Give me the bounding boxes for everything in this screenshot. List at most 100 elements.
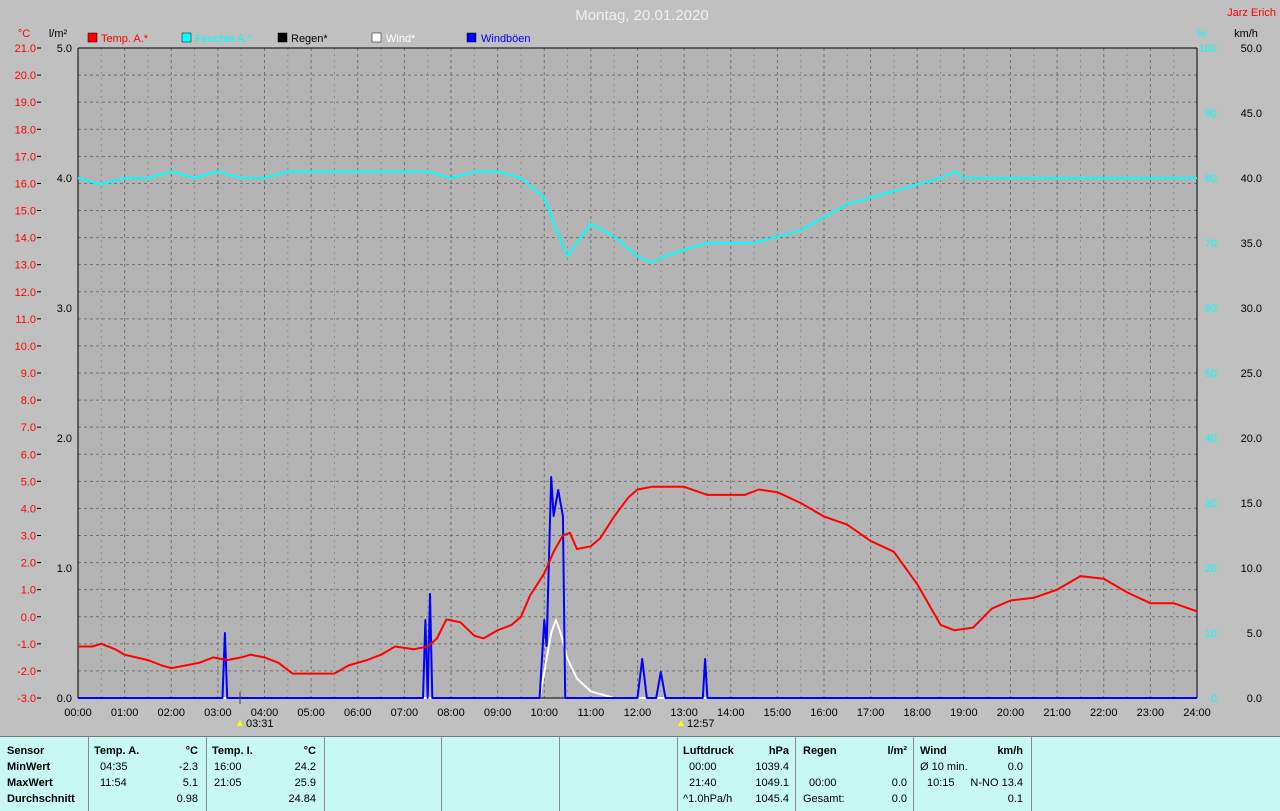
legend-swatch-rain (277, 32, 288, 43)
temp-tick-label: 8.0 (21, 395, 36, 407)
stats-empty-1 (324, 737, 442, 811)
hum-tick-label: 60 (1205, 303, 1217, 315)
legend-swatch-gusts (466, 32, 477, 43)
wind-axis-unit: km/h (1234, 28, 1258, 40)
temp-i-header: Temp. I. (212, 745, 253, 757)
temp-tick-label: 0.0 (21, 612, 36, 624)
temp-tick-label: 14.0 (15, 233, 36, 245)
temp-tick-label: 10.0 (15, 341, 36, 353)
wind-mean: 0.1 (1007, 793, 1023, 805)
wind-unit: km/h (997, 745, 1023, 757)
temp-tick-label: 7.0 (21, 422, 36, 434)
hum-tick-label: 10 (1205, 628, 1217, 640)
temp-tick-label: 9.0 (21, 368, 36, 380)
temp-a-max: 5.1 (182, 777, 198, 789)
rain-tick-label: 3.0 (57, 303, 72, 315)
temp-tick-label: 13.0 (15, 260, 36, 272)
time-tick-label: 16:00 (810, 707, 838, 719)
legend-swatch-wind (371, 32, 382, 43)
pressure-header: Luftdruck (683, 745, 734, 757)
rain-tick-label: 4.0 (57, 173, 72, 185)
stats-pressure: Luftdruck hPa 00:00 1039.4 21:40 1049.1 … (677, 737, 796, 811)
wind-max-time: 10:15 (927, 777, 955, 789)
wind-tick-label: 30.0 (1241, 303, 1262, 315)
temp-tick-label: 1.0 (21, 585, 36, 597)
wind-tick-label: 45.0 (1241, 108, 1262, 120)
time-tick-label: 03:00 (204, 707, 232, 719)
time-tick-label: 07:00 (391, 707, 419, 719)
time-tick-label: 02:00 (157, 707, 185, 719)
stats-empty-2 (441, 737, 560, 811)
time-tick-label: 10:00 (530, 707, 558, 719)
wind-avg-label: Ø 10 min. (920, 761, 968, 773)
hum-tick-label: 100 (1199, 43, 1217, 55)
time-tick-label: 08:00 (437, 707, 465, 719)
temp-i-max-time: 21:05 (214, 777, 242, 789)
time-tick-label: 12:00 (624, 707, 652, 719)
temp-axis-unit: °C (18, 28, 30, 40)
wind-tick-label: 50.0 (1241, 43, 1262, 55)
rain-max: 0.0 (891, 777, 907, 789)
temp-i-unit: °C (303, 745, 316, 757)
legend-label-humidity: Feuchte A.* (195, 33, 253, 45)
temp-tick-label: 17.0 (15, 151, 36, 163)
temp-tick-label: -2.0 (17, 666, 36, 678)
time-tick-label: 19:00 (950, 707, 978, 719)
sunset-time: 12:57 (687, 718, 715, 730)
time-tick-label: 20:00 (997, 707, 1025, 719)
temp-tick-label: 5.0 (21, 476, 36, 488)
wind-header: Wind (920, 745, 947, 757)
temp-tick-label: 21.0 (15, 43, 36, 55)
temp-tick-label: 3.0 (21, 531, 36, 543)
rain-max-time: 00:00 (809, 777, 837, 789)
rain-tick-label: 1.0 (57, 563, 72, 575)
pressure-trend-label: ^1.0hPa/h (683, 793, 733, 805)
hum-axis-unit: % (1196, 28, 1206, 40)
temp-a-min: -2.3 (179, 761, 198, 773)
row-label-max: MaxWert (7, 777, 53, 789)
rain-tick-label: 2.0 (57, 433, 72, 445)
temp-tick-label: 4.0 (21, 503, 36, 515)
statistics-panel: Sensor MinWert MaxWert Durchschnitt Temp… (0, 736, 1280, 811)
temp-a-unit: °C (185, 745, 198, 757)
temp-tick-label: -3.0 (17, 693, 36, 705)
temp-tick-label: 6.0 (21, 449, 36, 461)
hum-tick-label: 20 (1205, 563, 1217, 575)
wind-tick-label: 35.0 (1241, 238, 1262, 250)
time-tick-label: 01:00 (111, 707, 139, 719)
hum-tick-label: 0 (1211, 693, 1217, 705)
temp-i-min-time: 16:00 (214, 761, 242, 773)
time-tick-label: 24:00 (1183, 707, 1211, 719)
time-tick-label: 23:00 (1137, 707, 1165, 719)
time-tick-label: 15:00 (764, 707, 792, 719)
temp-tick-label: 2.0 (21, 558, 36, 570)
pressure-max: 1049.1 (755, 777, 789, 789)
row-label-avg: Durchschnitt (7, 793, 75, 805)
sunrise-icon: ▲ (235, 718, 245, 729)
hum-tick-label: 70 (1205, 238, 1217, 250)
stats-empty-3 (559, 737, 678, 811)
legend-label-wind: Wind* (386, 33, 416, 45)
time-tick-label: 05:00 (297, 707, 325, 719)
stats-sensor-column: Sensor MinWert MaxWert Durchschnitt (0, 737, 89, 811)
stats-temp-indoor: Temp. I. °C 16:00 24.2 21:05 25.9 24.84 (206, 737, 325, 811)
temp-a-max-time: 11:54 (100, 777, 127, 789)
rain-total: 0.0 (891, 793, 907, 805)
temp-i-avg: 24.84 (288, 793, 316, 805)
temp-i-max: 25.9 (294, 777, 316, 789)
sensor-header: Sensor (7, 745, 45, 757)
wind-avg: 0.0 (1007, 761, 1023, 773)
time-tick-label: 22:00 (1090, 707, 1118, 719)
weather-chart: 21.0 20.0 19.0 18.0 17.0 16.0 15.0 14.0 13.0 12.0… (0, 0, 1280, 735)
rain-unit: l/m² (887, 745, 907, 757)
wind-tick-label: 15.0 (1241, 498, 1262, 510)
temp-tick-label: -1.0 (17, 639, 36, 651)
time-tick-label: 06:00 (344, 707, 372, 719)
time-tick-label: 18:00 (903, 707, 931, 719)
stats-rain: Regen l/m² 00:00 0.0 Gesamt: 0.0 (795, 737, 914, 811)
hum-tick-label: 30 (1205, 498, 1217, 510)
temp-tick-label: 15.0 (15, 206, 36, 218)
legend-swatch-temp (87, 32, 98, 43)
rain-tick-label: 5.0 (57, 43, 72, 55)
temp-tick-label: 18.0 (15, 124, 36, 136)
